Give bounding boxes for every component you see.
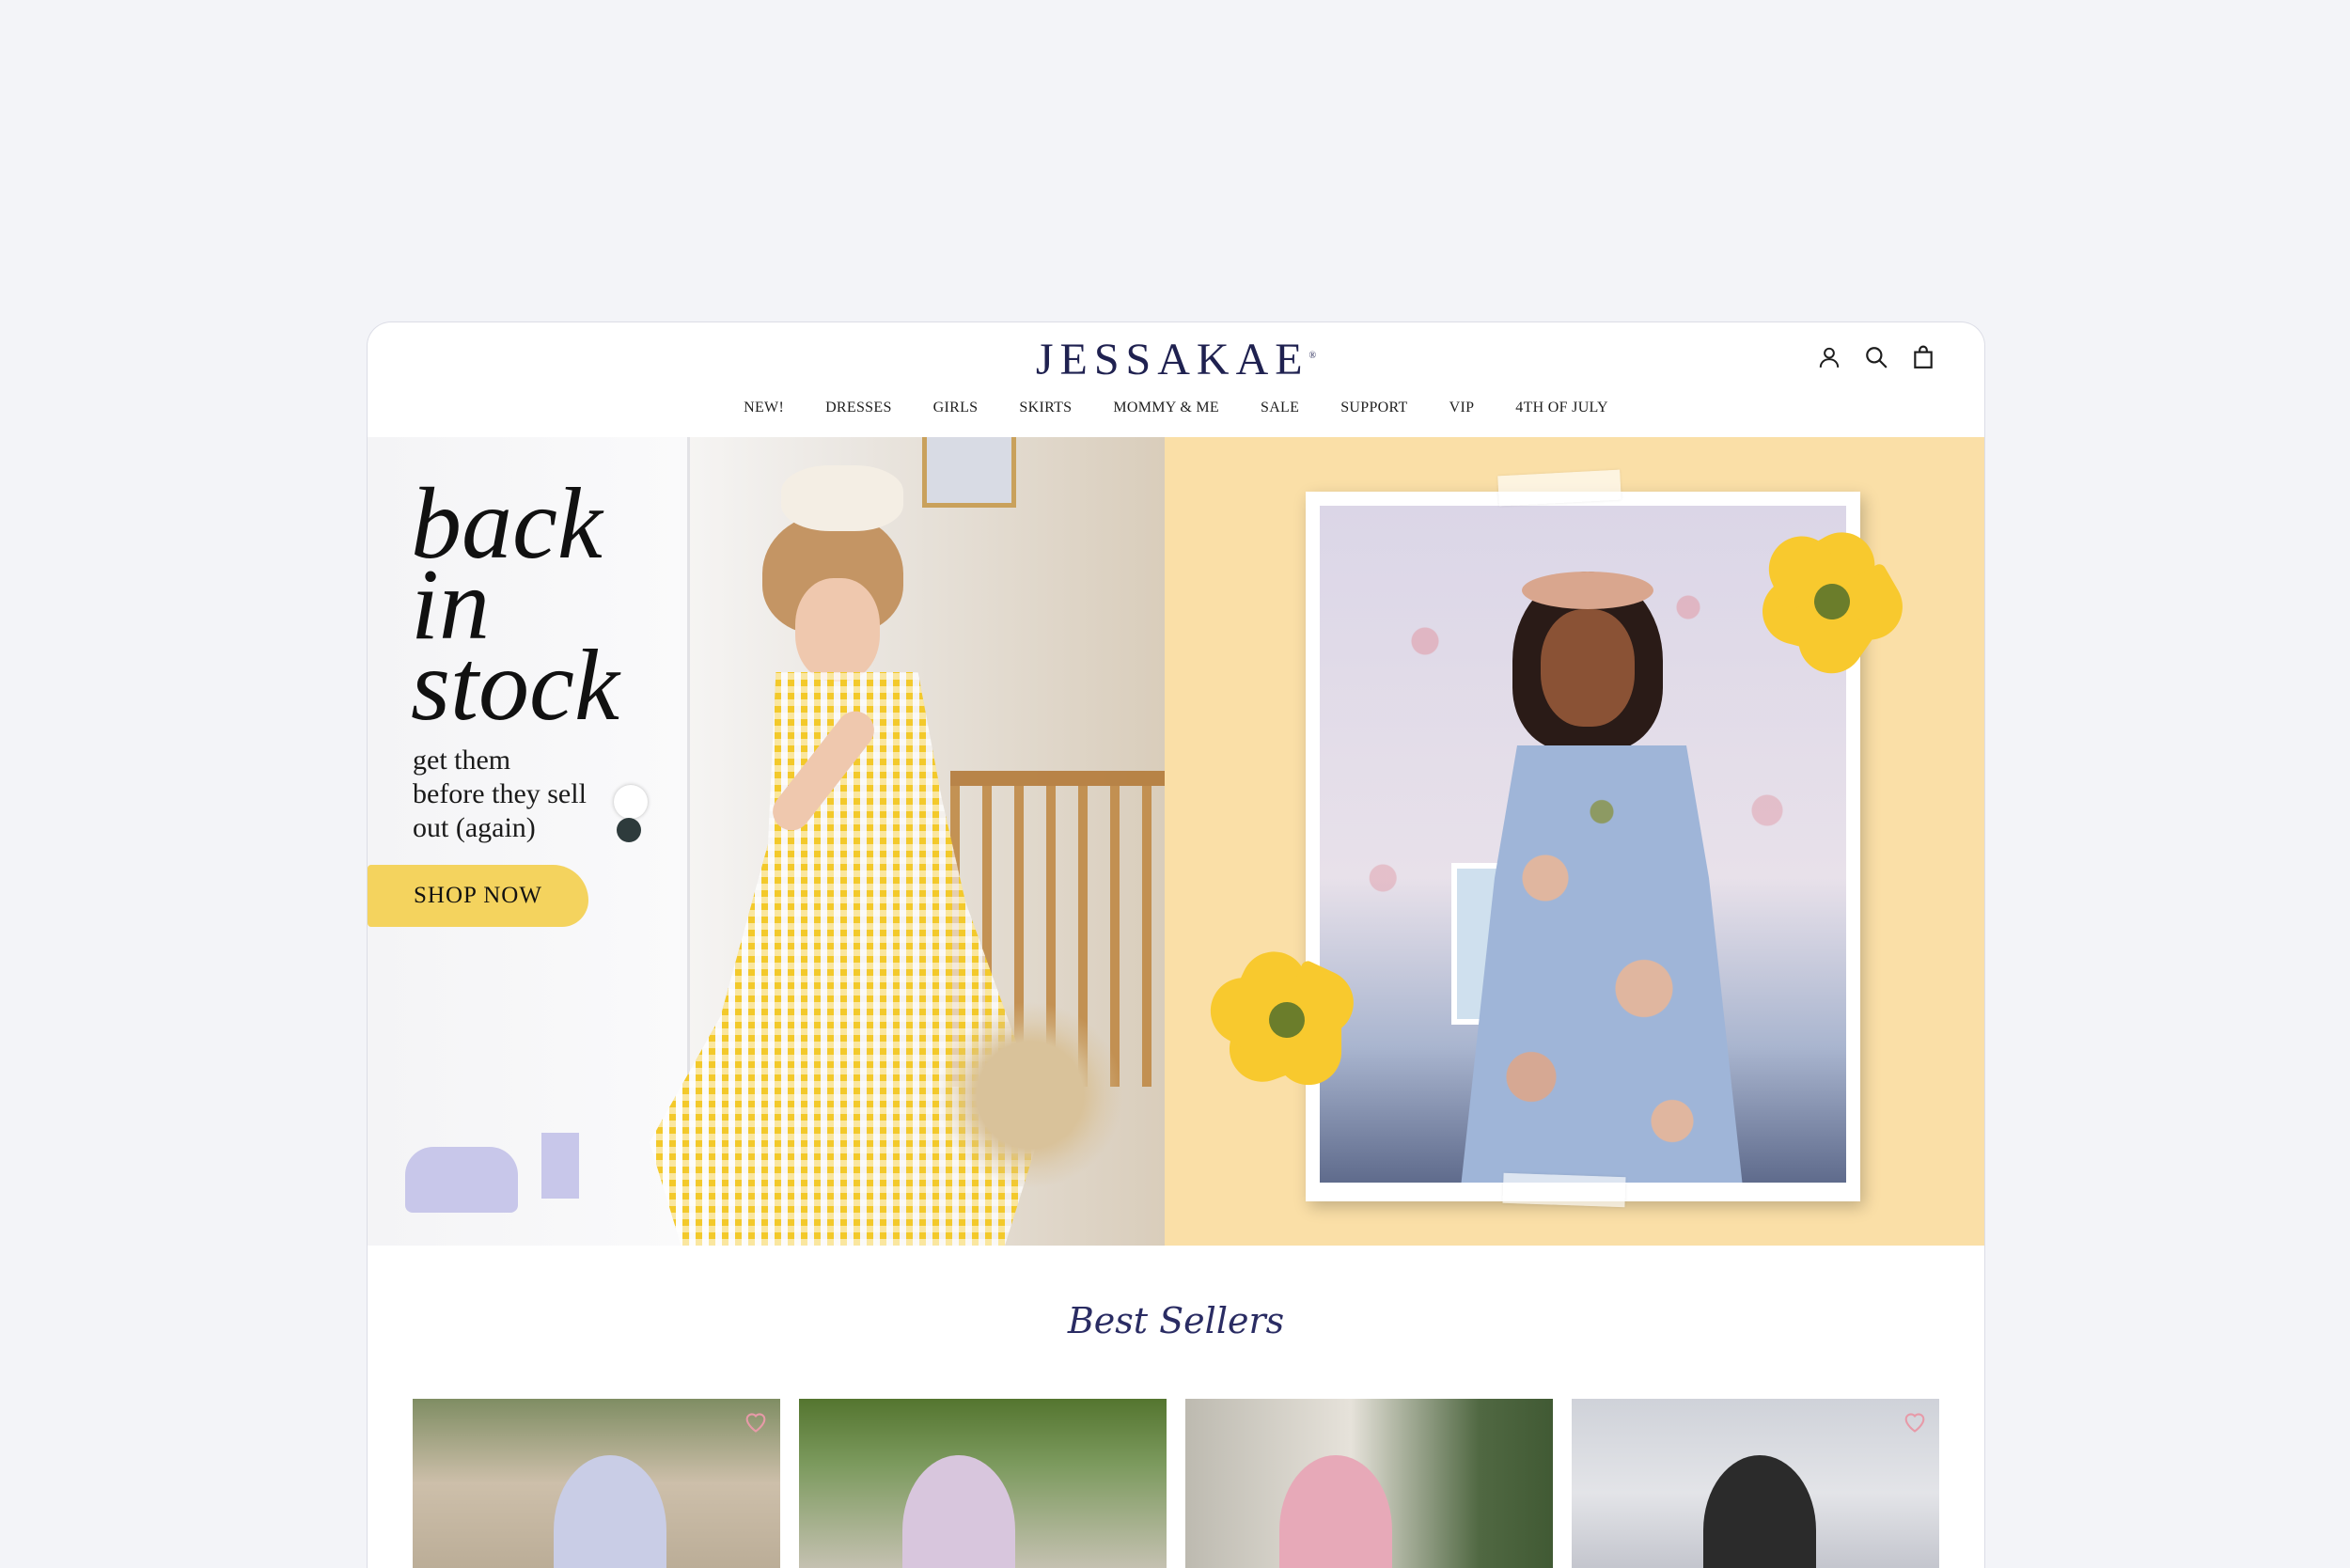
hair-bow (781, 465, 903, 531)
shoe-heel (541, 1133, 579, 1199)
brand-registered-mark: ® (1308, 351, 1317, 361)
hero-title: back in stock (411, 474, 619, 742)
tape-decor (1497, 469, 1622, 507)
nav-item-support[interactable]: SUPPORT (1320, 400, 1428, 416)
hero-subtitle-line: get them (413, 745, 511, 776)
door-knob-decor (617, 818, 641, 842)
headband (1522, 572, 1653, 609)
nav-item-sale[interactable]: SALE (1240, 400, 1320, 416)
account-icon[interactable] (1815, 343, 1843, 371)
product-image[interactable] (1279, 1455, 1392, 1568)
product-image[interactable] (554, 1455, 666, 1568)
heart-icon[interactable] (1902, 1408, 1928, 1435)
nav-item-girls[interactable]: GIRLS (913, 400, 999, 416)
hero-title-line: stock (411, 630, 619, 742)
shop-now-button[interactable]: SHOP NOW (368, 865, 588, 927)
floral-blue-dress (1461, 745, 1743, 1183)
search-icon[interactable] (1862, 343, 1890, 371)
heart-icon[interactable] (743, 1408, 769, 1435)
hero-subtitle-line: out (again) (413, 812, 536, 843)
hero-banner[interactable]: back in stock get them before they sell … (368, 437, 1984, 1246)
brand-name[interactable]: JESSAKAE (1036, 335, 1309, 384)
product-card[interactable] (1572, 1399, 1939, 1568)
nav-item-new[interactable]: NEW! (723, 400, 805, 416)
hero-left-photo[interactable]: back in stock get them before they sell … (368, 437, 1165, 1246)
lilac-shoe (405, 1147, 518, 1213)
nav-item-vip[interactable]: VIP (1429, 400, 1496, 416)
nav-item-4th-of-july[interactable]: 4TH OF JULY (1495, 400, 1629, 416)
model-face (795, 578, 880, 682)
header-icons (1815, 343, 1937, 371)
product-image[interactable] (902, 1455, 1015, 1568)
cart-icon[interactable] (1909, 343, 1937, 371)
brand-logo[interactable]: JESSAKAE® (368, 334, 1984, 385)
product-image[interactable] (1703, 1455, 1816, 1568)
best-sellers-grid (413, 1399, 1939, 1568)
hero-subtitle-line: before they sell (413, 778, 587, 809)
main-nav: NEW! DRESSES GIRLS SKIRTS MOMMY & ME SAL… (368, 400, 1984, 416)
product-card[interactable] (799, 1399, 1167, 1568)
nav-item-skirts[interactable]: SKIRTS (998, 400, 1092, 416)
hero-subtitle: get them before they sell out (again) (413, 744, 619, 845)
model-face (1541, 609, 1635, 727)
hero-right-photo[interactable] (1165, 437, 1984, 1246)
wall-frame-decor (922, 437, 1016, 508)
nav-item-mommy-and-me[interactable]: MOMMY & ME (1092, 400, 1240, 416)
browser-frame: JESSAKAE® NEW! DRESSES GIRLS SKIRTS MOMM… (367, 321, 1985, 1568)
nav-item-dresses[interactable]: DRESSES (805, 400, 913, 416)
best-sellers-heading: Best Sellers (1067, 1300, 1285, 1341)
dried-flowers-decor (936, 1001, 1124, 1189)
product-card[interactable] (413, 1399, 780, 1568)
product-card[interactable] (1185, 1399, 1553, 1568)
tape-decor (1502, 1172, 1626, 1208)
